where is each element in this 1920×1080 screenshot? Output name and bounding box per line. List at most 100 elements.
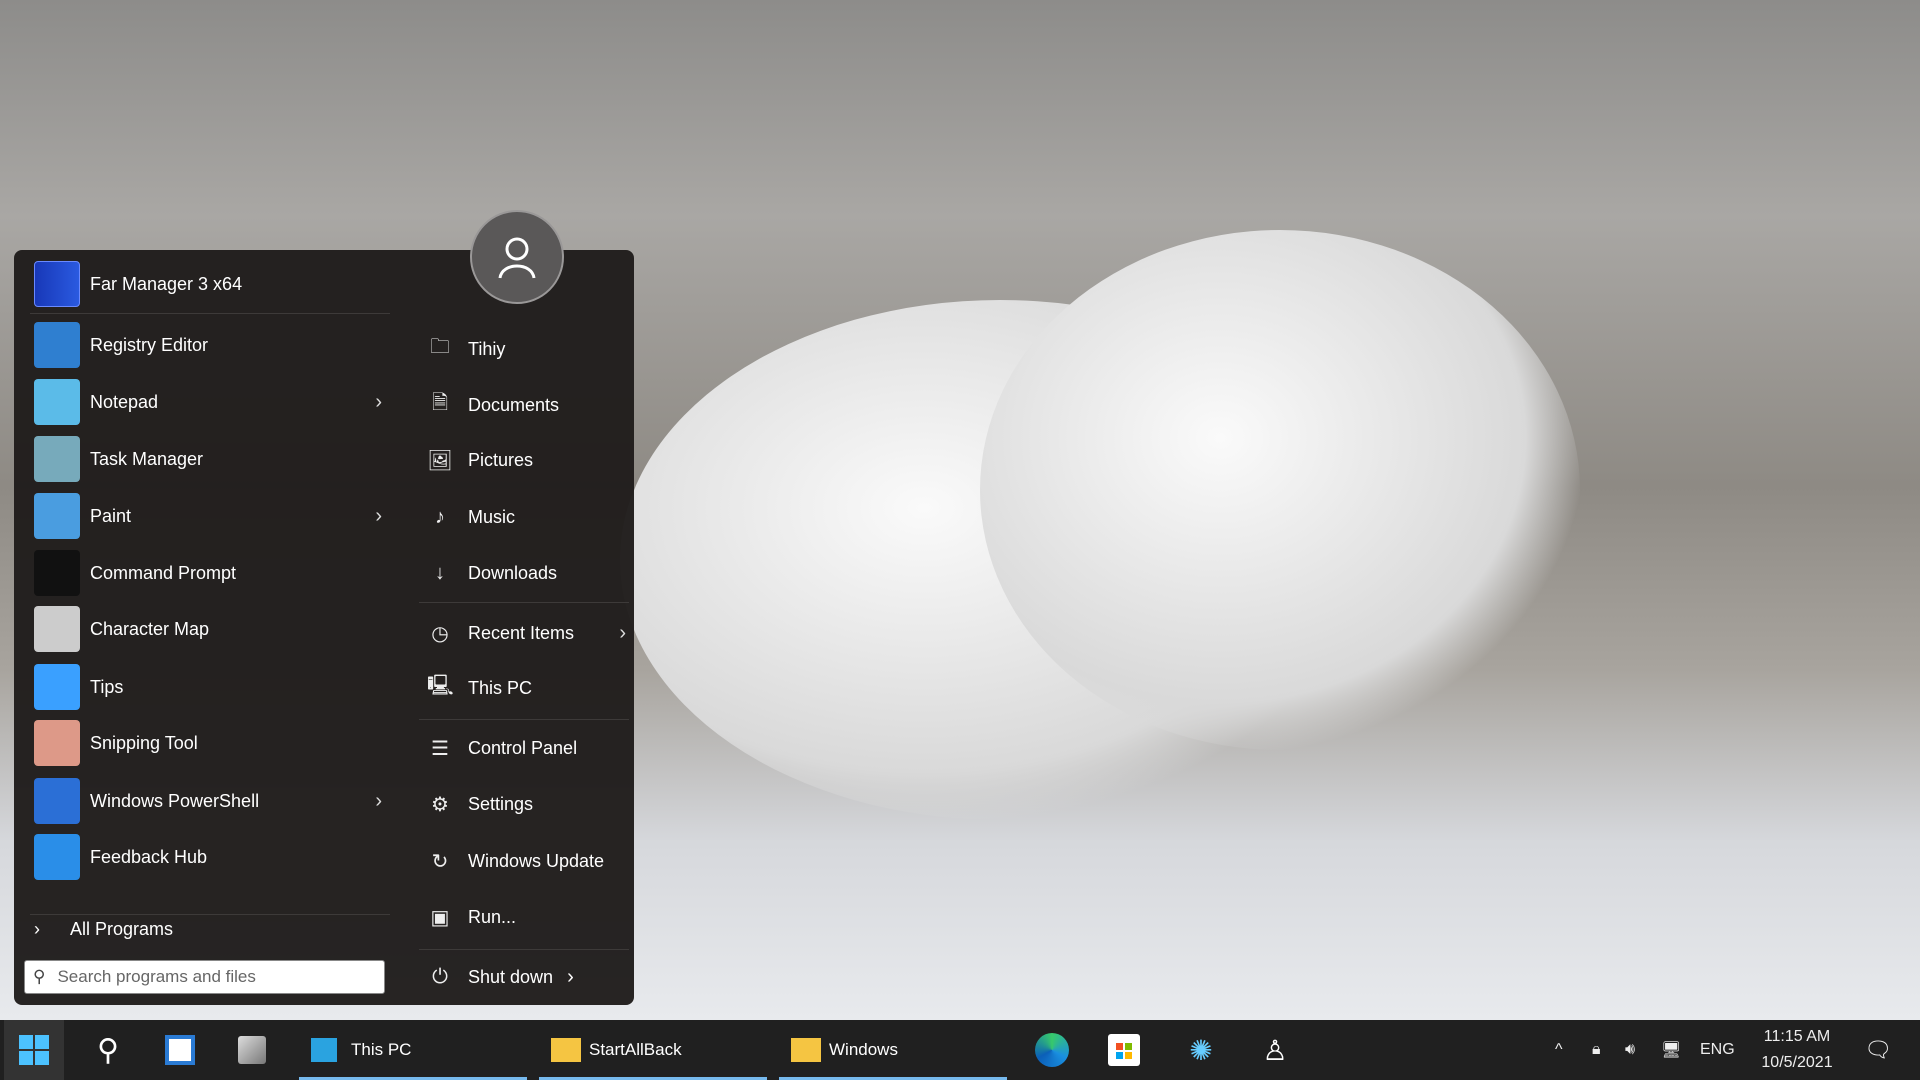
item-label: Snipping Tool [90, 732, 198, 753]
item-label: Recent Items [468, 622, 575, 643]
user-icon [498, 237, 536, 279]
program-item[interactable]: Command Prompt [22, 547, 392, 599]
place-item[interactable]: 🖼︎ Pictures [419, 436, 634, 484]
clock-icon: ◷︎ [431, 622, 449, 645]
power-icon: ⏻ [432, 965, 448, 988]
volume-tray[interactable]: 🔊︎ [1625, 1020, 1635, 1080]
chevron-right-icon: › [34, 918, 40, 939]
time: 11:15 AM [1763, 1028, 1831, 1045]
place-item[interactable]: ♪︎ Music [419, 493, 634, 541]
program-item[interactable]: Task Manager [22, 433, 392, 485]
far-manager-icon [34, 261, 80, 307]
security-tray[interactable]: 🔒︎ [1592, 1020, 1601, 1080]
program-item[interactable]: Paint › [22, 490, 392, 542]
document-icon: 🗎︎ [431, 392, 449, 414]
chevron-right-icon[interactable]: › [375, 391, 382, 414]
item-label: Settings [468, 793, 534, 814]
item-label: All Programs [70, 918, 174, 939]
place-item[interactable]: 🗎︎ Documents [419, 381, 634, 429]
network-tray[interactable]: 🖥︎ [1661, 1020, 1681, 1080]
store-icon [1108, 1034, 1140, 1066]
program-item[interactable]: Notepad › [22, 376, 392, 428]
store-button[interactable] [1096, 1020, 1152, 1080]
show-hidden-icons[interactable]: ^ [1555, 1020, 1563, 1080]
shutdown-button[interactable]: ⏻ Shut down › [419, 953, 579, 1001]
program-item[interactable]: Feedback Hub [22, 831, 392, 883]
item-label: Downloads [468, 562, 558, 583]
process-explorer-button[interactable]: ✺ [1173, 1020, 1229, 1080]
place-item[interactable]: ▣︎ Run... [419, 893, 634, 941]
task-view-button[interactable] [224, 1020, 280, 1080]
agent-icon: ♙ [1262, 1034, 1288, 1066]
taskbar-window-windows[interactable]: Windows [779, 1020, 1007, 1080]
edge-icon [1035, 1033, 1069, 1067]
windows-logo-icon [19, 1035, 49, 1065]
program-item[interactable]: Windows PowerShell › [22, 775, 392, 827]
computer-icon [311, 1038, 337, 1062]
computer-icon: 🖳︎ [427, 675, 454, 697]
chevron-right-icon[interactable]: › [619, 622, 626, 645]
notepad-icon [34, 379, 80, 425]
chevron-right-icon: › [567, 965, 574, 988]
widgets-icon [165, 1035, 195, 1065]
pinned-far-manager[interactable]: Far Manager 3 x64 [22, 258, 392, 310]
place-item[interactable]: ↻︎ Windows Update [419, 837, 634, 885]
place-item[interactable]: ☰︎ Control Panel [419, 724, 634, 772]
all-programs-button[interactable]: › All Programs [22, 903, 392, 955]
task-view-icon [238, 1036, 266, 1064]
app-button[interactable]: ♙ [1247, 1020, 1303, 1080]
program-item[interactable]: Registry Editor [22, 319, 392, 371]
music-icon: ♪︎ [435, 505, 445, 528]
place-item[interactable]: 🗀︎ Tihiy [419, 325, 634, 373]
program-item[interactable]: Snipping Tool [22, 717, 392, 769]
window-label: StartAllBack [589, 1040, 682, 1059]
program-item[interactable]: Character Map [22, 603, 392, 655]
search-button[interactable]: ⚲ [80, 1020, 136, 1080]
task-manager-icon [34, 436, 80, 482]
item-label: Character Map [90, 618, 210, 639]
item-label: Shut down [468, 966, 554, 987]
notifications-button[interactable]: 🗨︎ [1864, 1020, 1892, 1080]
control-panel-icon: ☰︎ [431, 737, 449, 760]
item-label: This PC [468, 677, 533, 698]
widgets-button[interactable] [152, 1020, 208, 1080]
language-label: ENG [1700, 1041, 1735, 1058]
search-input[interactable]: ⚲ Search programs and files [24, 960, 385, 994]
chevron-right-icon[interactable]: › [375, 505, 382, 528]
place-item[interactable]: ⚙︎ Settings [419, 780, 634, 828]
item-label: Music [468, 506, 516, 527]
folder-icon [551, 1038, 581, 1062]
item-label: Task Manager [90, 448, 204, 469]
network-icon: 🖥︎ [1661, 1042, 1682, 1059]
item-label: Documents [468, 394, 560, 415]
edge-button[interactable] [1024, 1020, 1080, 1080]
refresh-icon: ↻︎ [431, 850, 449, 873]
place-item[interactable]: 🖳︎ This PC [419, 664, 634, 712]
place-item[interactable]: ↓︎ Downloads [419, 549, 634, 597]
window-label: This PC [351, 1040, 412, 1059]
search-icon: ⚲ [97, 1033, 119, 1067]
folder-icon [791, 1038, 821, 1062]
program-item[interactable]: Tips [22, 661, 392, 713]
item-label: Control Panel [468, 737, 578, 758]
paint-icon [34, 493, 80, 539]
language-indicator[interactable]: ENG [1700, 1020, 1735, 1080]
start-menu: Far Manager 3 x64 Registry Editor Notepad… [14, 250, 634, 1005]
user-avatar[interactable] [470, 210, 564, 304]
tips-icon [34, 664, 80, 710]
command-prompt-icon [34, 550, 80, 596]
item-label: Notepad [90, 391, 159, 412]
wallpaper-horse [980, 230, 1580, 750]
taskbar-window-startallback[interactable]: StartAllBack [539, 1020, 767, 1080]
item-label: Tihiy [468, 338, 506, 359]
taskbar-window-this-pc[interactable]: This PC [299, 1020, 527, 1080]
start-button[interactable] [4, 1020, 64, 1080]
volume-icon: 🔊︎ [1625, 1041, 1636, 1058]
place-item[interactable]: ◷︎ Recent Items › [419, 609, 634, 657]
user-folder-icon: 🗀︎ [430, 336, 450, 358]
chevron-right-icon[interactable]: › [375, 790, 382, 813]
notification-icon: 🗨︎ [1864, 1037, 1892, 1062]
chevron-up-icon: ^ [1555, 1041, 1563, 1058]
clock[interactable]: 11:15 AM 10/5/2021 [1755, 1020, 1839, 1080]
item-label: Tips [90, 676, 124, 697]
